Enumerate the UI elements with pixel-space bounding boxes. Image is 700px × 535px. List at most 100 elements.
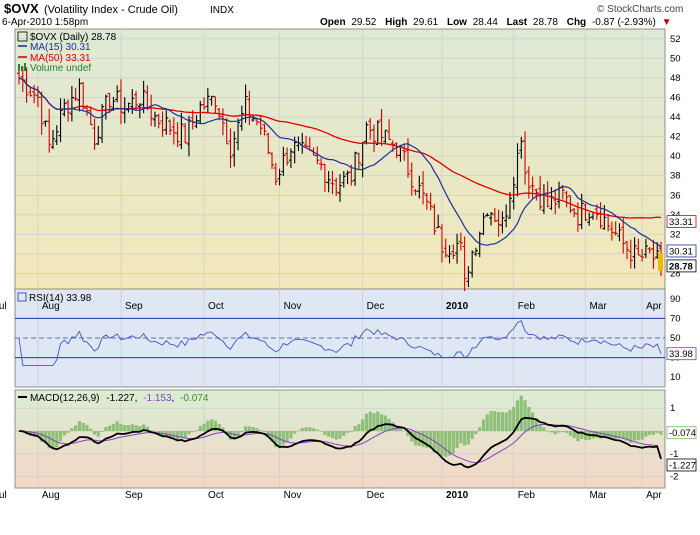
- macd-histogram-bar: [304, 427, 308, 432]
- macd-histogram-bar: [564, 431, 569, 433]
- price-y-tick-label: 38: [670, 171, 681, 182]
- x-tick-label: Sep: [125, 490, 143, 501]
- symbol: $OVX: [4, 1, 39, 16]
- macd-histogram-bar: [459, 431, 463, 444]
- macd-histogram-bar: [357, 424, 361, 432]
- x-tick-label: Aug: [42, 490, 60, 501]
- macd-histogram-bar: [289, 431, 293, 439]
- macd-histogram-bar: [70, 428, 74, 432]
- macd-histogram-bar: [444, 431, 448, 457]
- macd-histogram-bar: [463, 431, 467, 446]
- macd-histogram-bar: [262, 431, 267, 432]
- macd-histogram-bar: [485, 414, 489, 432]
- macd-histogram-bar: [111, 423, 116, 432]
- histogram-value-tag-text: -0.074: [669, 428, 696, 439]
- macd-histogram-bar: [364, 413, 369, 432]
- macd-histogram-bar: [108, 425, 112, 432]
- macd-histogram-bar: [632, 431, 637, 441]
- macd-histogram-bar: [512, 407, 516, 432]
- x-tick-label: Mar: [589, 490, 607, 501]
- macd-histogram-bar: [259, 430, 263, 432]
- rsi-y-tick-label: 90: [670, 294, 681, 305]
- macd-histogram-bar: [391, 422, 395, 432]
- macd-histogram-bar: [330, 431, 335, 438]
- macd-histogram-bar: [179, 431, 183, 437]
- macd-histogram-bar: [308, 427, 312, 432]
- macd-legend: MACD(12,26,9) -1.227, -1.153, -0.074: [18, 393, 209, 404]
- macd-histogram-bar: [508, 410, 512, 432]
- macd-histogram-bar: [285, 431, 289, 443]
- macd-histogram-bar: [402, 430, 406, 432]
- macd-histogram-bar: [342, 431, 346, 436]
- macd-histogram-bar: [74, 425, 78, 432]
- chg-label: Chg: [567, 17, 586, 28]
- histogram-legend-value: -0.074: [180, 393, 209, 404]
- price-y-tick-label: 44: [670, 112, 681, 123]
- high-label: High: [385, 17, 407, 28]
- rsi-legend: RSI(14) 33.98: [17, 292, 92, 304]
- rsi-y-tick-label: 10: [670, 372, 681, 383]
- open-label: Open: [320, 17, 346, 28]
- macd-histogram-bar: [546, 431, 550, 432]
- macd-histogram-bar: [379, 414, 384, 432]
- macd-histogram-bar: [523, 400, 527, 432]
- x-tick-label: Feb: [518, 301, 536, 312]
- macd-histogram-bar: [549, 431, 554, 433]
- macd-histogram-bar: [251, 427, 255, 432]
- x-tick-label: 2010: [446, 490, 469, 501]
- price-y-tick-label: 46: [670, 92, 681, 103]
- low-label: Low: [447, 17, 467, 28]
- macd-histogram-bar: [100, 431, 104, 433]
- macd-histogram-bar: [636, 431, 640, 441]
- x-tick-label: Nov: [284, 301, 302, 312]
- macd-histogram-bar: [361, 419, 365, 432]
- macd-histogram-bar: [311, 428, 316, 432]
- x-tick-label: Apr: [646, 301, 662, 312]
- macd-histogram-bar: [115, 421, 119, 432]
- macd-histogram-bar: [198, 425, 202, 432]
- chg-down-arrow-icon: ▼: [662, 17, 672, 28]
- macd-histogram-bar: [126, 425, 131, 432]
- macd-histogram-bar: [187, 431, 191, 435]
- macd-histogram-bar: [470, 431, 474, 439]
- macd-histogram-bar: [134, 425, 138, 432]
- macd-histogram-bar: [557, 431, 561, 433]
- macd-histogram-bar: [240, 431, 244, 433]
- macd-histogram-bar: [243, 426, 248, 432]
- x-tick-label: Jul: [0, 301, 7, 312]
- macd-histogram-bar: [334, 431, 338, 440]
- macd-histogram-bar: [455, 431, 459, 449]
- macd-histogram-bar: [421, 431, 425, 447]
- last-price-tag-text: 28.78: [669, 261, 693, 272]
- x-tick-label: Dec: [367, 301, 385, 312]
- price-panel: [14, 28, 666, 299]
- price-y-tick-label: 48: [670, 73, 681, 84]
- macd-histogram-bar: [542, 427, 546, 432]
- macd-histogram-bar: [583, 431, 588, 441]
- rsi-legend-label: RSI(14) 33.98: [29, 293, 92, 304]
- date: 6-Apr-2010 1:58pm: [2, 17, 88, 28]
- macd-histogram-bar: [531, 412, 535, 432]
- ma15-value-tag-text: 30.31: [669, 246, 693, 257]
- low-value: 28.44: [473, 17, 498, 28]
- macd-legend-label: MACD(12,26,9): [30, 393, 99, 404]
- x-tick-label: Oct: [208, 301, 224, 312]
- macd-histogram-bar: [293, 431, 297, 434]
- macd-histogram-bar: [81, 422, 85, 432]
- macd-histogram-bar: [659, 431, 663, 435]
- last-value: 28.78: [533, 17, 558, 28]
- macd-histogram-bar: [255, 428, 259, 432]
- ohlc-readout: Open 29.52 High 29.61 Low 28.44 Last 28.…: [320, 17, 672, 28]
- copyright: © StockCharts.com: [597, 4, 683, 15]
- price-y-tick-label: 40: [670, 151, 681, 162]
- x-tick-label: Dec: [367, 490, 385, 501]
- high-value: 29.61: [413, 17, 438, 28]
- macd-histogram-bar: [164, 431, 168, 436]
- volume-legend-bar1: [18, 64, 20, 71]
- rsi-y-tick-label: 50: [670, 333, 681, 344]
- macd-histogram-bar: [345, 431, 350, 433]
- macd-legend-text: MACD(12,26,9) -1.227, -1.153, -0.074: [30, 393, 209, 404]
- macd-y-tick-label: 1: [670, 403, 675, 414]
- macd-histogram-bar: [651, 431, 656, 435]
- x-tick-label: Mar: [589, 301, 607, 312]
